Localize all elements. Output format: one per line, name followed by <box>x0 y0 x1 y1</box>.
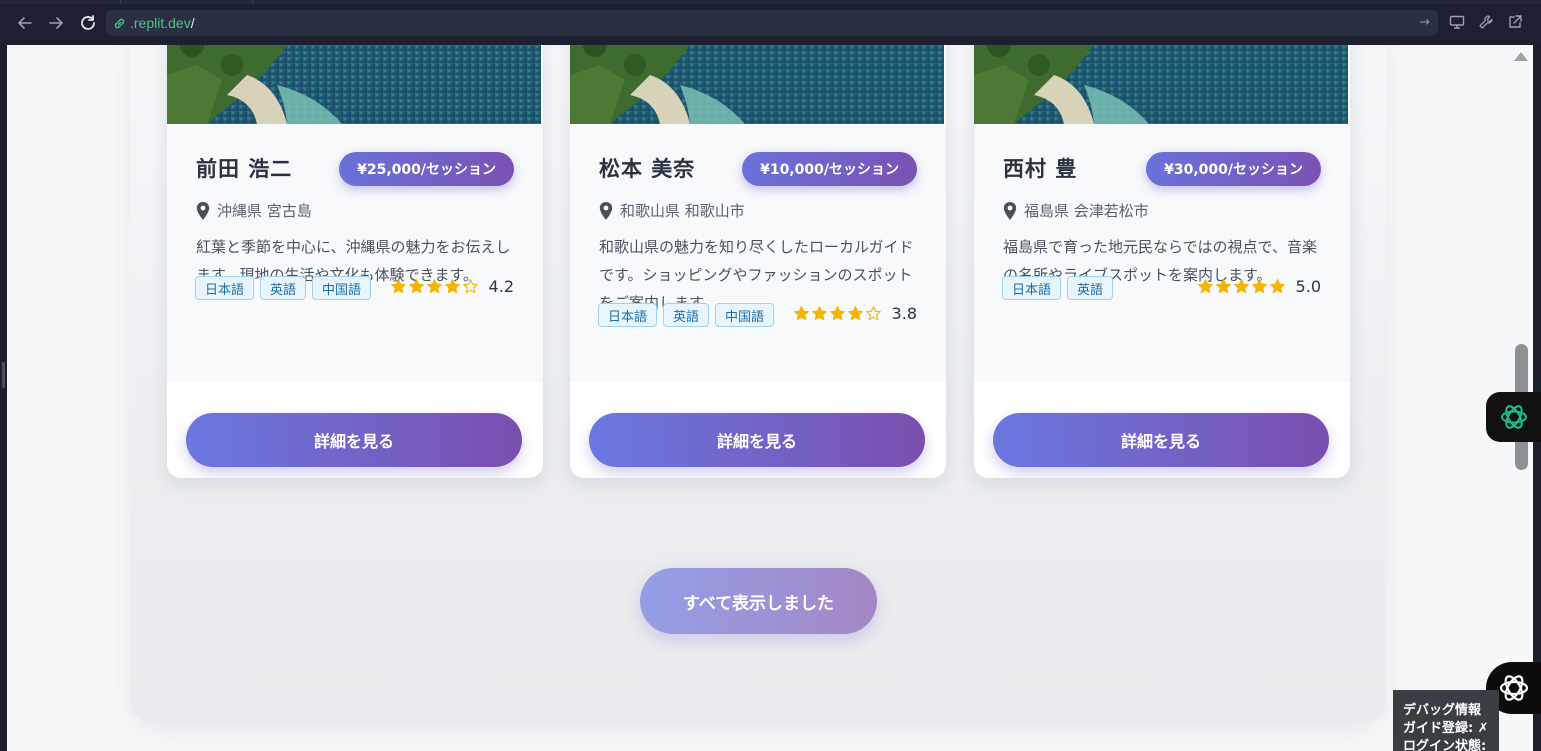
star-icon <box>408 279 424 294</box>
url-path: / <box>190 15 195 31</box>
price-badge: ¥10,000/セッション <box>742 152 917 186</box>
star-icon <box>390 279 406 294</box>
go-arrow-icon[interactable]: → <box>1419 15 1430 30</box>
page-viewport: 前田 浩二 ¥25,000/セッション 沖縄県 宮古島 紅葉と季節を中心に、沖縄… <box>7 45 1533 751</box>
view-details-button[interactable]: 詳細を見る <box>186 413 522 467</box>
link-icon <box>112 16 126 30</box>
location-pin-icon <box>1003 201 1017 220</box>
star-icon <box>1269 279 1285 294</box>
debug-login-status: ログイン状態: ✗ <box>1403 739 1487 751</box>
language-tag: 中国語 <box>312 276 372 300</box>
guide-photo <box>570 45 944 124</box>
view-details-button[interactable]: 詳細を見る <box>589 413 925 467</box>
browser-toolbar: .replit.dev / → <box>0 0 1541 45</box>
language-tag: 英語 <box>663 303 710 327</box>
language-tag: 日本語 <box>1002 276 1062 300</box>
guide-card: 西村 豊 ¥30,000/セッション 福島県 会津若松市 福島県で育った地元民な… <box>974 45 1350 478</box>
debug-guide-status: ガイド登録: ✗ <box>1403 721 1489 736</box>
language-tag: 日本語 <box>195 276 255 300</box>
debug-panel: デバッグ情報 ガイド登録: ✗ ログイン状態: ✗ <box>1393 690 1499 751</box>
star-icon <box>1251 279 1267 294</box>
openai-logo-icon <box>1499 675 1528 701</box>
language-tags: 日本語 英語 中国語 <box>195 276 372 300</box>
price-badge: ¥30,000/セッション <box>1146 152 1321 186</box>
show-all-button[interactable]: すべて表示しました <box>640 568 877 634</box>
guide-photo <box>167 45 541 124</box>
guide-card: 前田 浩二 ¥25,000/セッション 沖縄県 宮古島 紅葉と季節を中心に、沖縄… <box>167 45 543 478</box>
guide-rating: 5.0 <box>1197 277 1321 296</box>
forward-icon[interactable] <box>44 11 68 35</box>
tab-divider <box>252 0 253 4</box>
guide-location: 沖縄県 宮古島 <box>196 200 312 221</box>
guide-card: 松本 美奈 ¥10,000/セッション 和歌山県 和歌山市 和歌山県の魅力を知り… <box>570 45 946 478</box>
guide-location: 和歌山県 和歌山市 <box>599 200 745 221</box>
star-icon <box>426 279 442 294</box>
scroll-up-arrow-icon[interactable] <box>1514 52 1528 61</box>
debug-title: デバッグ情報 <box>1403 703 1482 718</box>
view-details-button[interactable]: 詳細を見る <box>993 413 1329 467</box>
rating-value: 3.8 <box>891 304 917 323</box>
wrench-icon[interactable] <box>1476 12 1496 32</box>
tab-divider <box>120 0 121 4</box>
guide-photo <box>974 45 1348 124</box>
url-host: .replit.dev <box>130 15 191 31</box>
panel-resize-handle[interactable] <box>2 362 5 388</box>
star-icon <box>793 306 809 321</box>
rating-stars <box>390 278 479 295</box>
star-icon <box>1233 279 1249 294</box>
location-text: 和歌山県 和歌山市 <box>620 202 745 220</box>
location-text: 沖縄県 宮古島 <box>217 202 312 220</box>
tab-strip <box>0 0 1541 4</box>
rating-stars <box>793 305 882 322</box>
language-tag: 英語 <box>260 276 307 300</box>
guide-name: 松本 美奈 <box>599 157 696 181</box>
star-icon <box>847 306 863 321</box>
guide-location: 福島県 会津若松市 <box>1003 200 1149 221</box>
star-icon <box>811 306 827 321</box>
open-external-icon[interactable] <box>1505 12 1525 32</box>
rating-value: 5.0 <box>1295 277 1321 296</box>
star-icon <box>865 306 881 321</box>
star-icon <box>444 279 460 294</box>
star-icon <box>1215 279 1231 294</box>
address-bar[interactable]: .replit.dev / → <box>106 10 1438 36</box>
star-icon <box>1197 279 1213 294</box>
rating-value: 4.2 <box>488 277 514 296</box>
language-tag: 英語 <box>1067 276 1114 300</box>
reload-icon[interactable] <box>76 11 100 35</box>
screen-icon[interactable] <box>1447 12 1467 32</box>
location-pin-icon <box>196 201 210 220</box>
guide-rating: 4.2 <box>390 277 514 296</box>
location-pin-icon <box>599 201 613 220</box>
language-tag: 日本語 <box>598 303 658 327</box>
rating-stars <box>1197 278 1286 295</box>
guide-name: 西村 豊 <box>1003 157 1078 181</box>
ai-assistant-button[interactable] <box>1486 392 1541 442</box>
language-tags: 日本語 英語 中国語 <box>598 303 775 327</box>
language-tags: 日本語 英語 <box>1002 276 1114 300</box>
location-text: 福島県 会津若松市 <box>1024 202 1149 220</box>
language-tag: 中国語 <box>715 303 775 327</box>
openai-logo-icon <box>1500 405 1527 429</box>
guide-name: 前田 浩二 <box>196 157 293 181</box>
star-icon <box>829 306 845 321</box>
back-icon[interactable] <box>13 11 37 35</box>
guide-rating: 3.8 <box>793 304 917 323</box>
star-icon <box>462 279 478 294</box>
price-badge: ¥25,000/セッション <box>339 152 514 186</box>
